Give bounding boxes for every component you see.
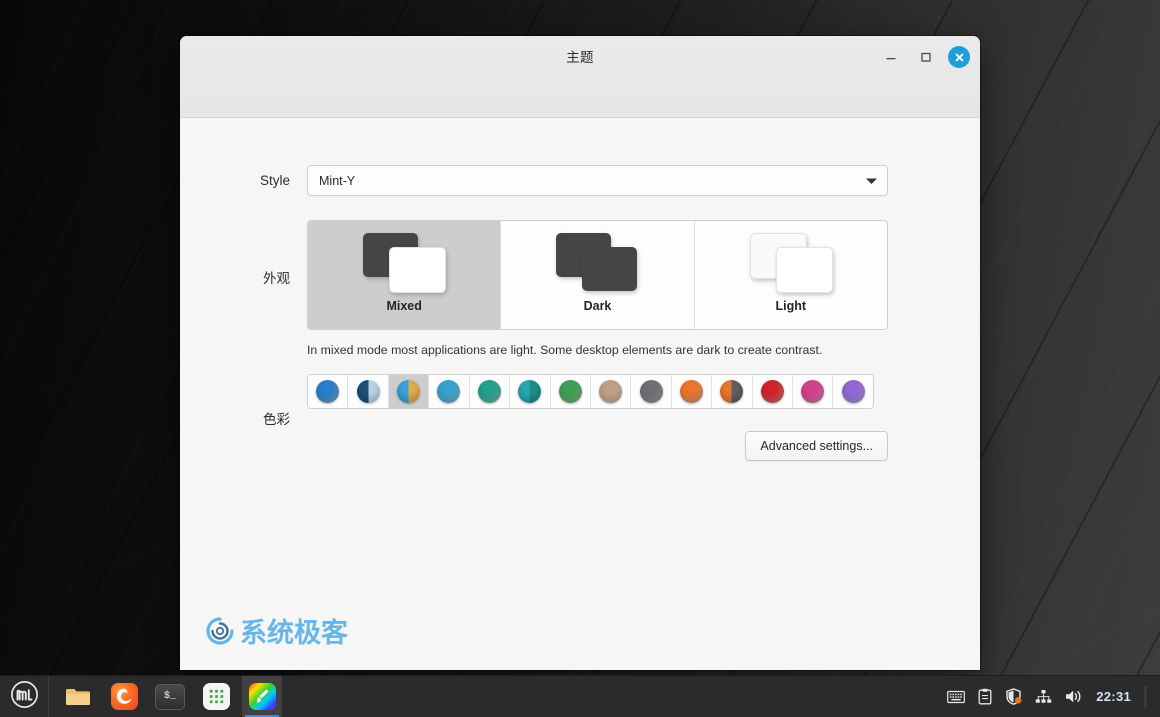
appearance-row: 外观 Mixed Dark Light In mixed mode most a… bbox=[180, 196, 980, 357]
color-dot-purple bbox=[841, 380, 865, 403]
firefox-icon bbox=[110, 683, 138, 710]
minimize-button[interactable] bbox=[878, 44, 904, 70]
taskbar-item-themes[interactable] bbox=[242, 675, 282, 717]
taskbar-edge-handle[interactable] bbox=[1144, 685, 1147, 708]
appearance-option-label: Mixed bbox=[386, 299, 422, 313]
color-swatch-group bbox=[307, 374, 874, 409]
volume-icon[interactable] bbox=[1065, 689, 1083, 704]
window-title: 主题 bbox=[566, 50, 594, 65]
window-controls bbox=[878, 44, 970, 70]
folder-icon bbox=[65, 686, 91, 707]
colors-field: Advanced settings... bbox=[307, 374, 980, 461]
advanced-row: Advanced settings... bbox=[307, 431, 888, 461]
color-dot-blue-amber-split bbox=[397, 380, 421, 403]
taskbar-launchers: $_ bbox=[49, 675, 282, 717]
style-label: Style bbox=[259, 173, 290, 188]
color-swatch-blue[interactable] bbox=[308, 375, 349, 408]
sysgeek-logo-icon bbox=[205, 616, 235, 651]
appearance-option-label: Dark bbox=[583, 299, 612, 313]
chevron-down-icon bbox=[865, 177, 878, 185]
color-swatch-grey[interactable] bbox=[631, 375, 672, 408]
color-dot-orange-grey-split bbox=[720, 380, 744, 403]
style-dropdown[interactable]: Mint-Y bbox=[307, 165, 888, 196]
close-button[interactable] bbox=[948, 46, 970, 68]
dark-preview-icon bbox=[542, 225, 652, 297]
window-titlebar[interactable]: 主题 bbox=[180, 36, 980, 118]
color-swatch-teal[interactable] bbox=[469, 375, 511, 408]
color-swatch-blue-grey-split[interactable] bbox=[348, 375, 389, 408]
settings-form: Style Mint-Y 外观 Mixed Dark Light In mixe… bbox=[180, 118, 980, 461]
color-dot-blue-grey-split bbox=[356, 380, 380, 403]
style-dropdown-value: Mint-Y bbox=[319, 173, 356, 188]
taskbar-item-files[interactable] bbox=[58, 676, 98, 717]
theme-brush-icon bbox=[248, 683, 276, 710]
appearance-option-dark[interactable]: Dark bbox=[501, 221, 695, 329]
style-row: Style Mint-Y bbox=[180, 165, 980, 196]
color-dot-orange bbox=[680, 380, 703, 403]
color-dot-blue bbox=[316, 380, 340, 403]
color-dot-grey bbox=[639, 380, 663, 403]
color-swatch-sky[interactable] bbox=[429, 375, 470, 408]
maximize-button[interactable] bbox=[913, 44, 939, 70]
color-swatch-sand[interactable] bbox=[590, 375, 632, 408]
appearance-mode-group: Mixed Dark Light bbox=[307, 220, 888, 330]
color-swatch-red[interactable] bbox=[752, 375, 794, 408]
window-body: Style Mint-Y 外观 Mixed Dark Light In mixe… bbox=[180, 118, 980, 670]
appearance-option-label: Light bbox=[775, 299, 807, 313]
color-swatch-orange-grey-split[interactable] bbox=[712, 375, 753, 408]
appearance-option-mixed[interactable]: Mixed bbox=[308, 221, 502, 329]
system-tray: 22:31 bbox=[947, 676, 1160, 717]
appearance-hint: In mixed mode most applications are ligh… bbox=[307, 343, 823, 357]
appearance-label: 外观 bbox=[263, 270, 290, 286]
watermark-text: 系统极客 bbox=[240, 618, 348, 649]
mixed-preview-icon bbox=[349, 225, 459, 297]
color-dot-green bbox=[558, 380, 582, 403]
color-dot-sky bbox=[437, 380, 461, 403]
style-field: Mint-Y bbox=[307, 165, 980, 196]
desktop: 主题 Style Mint-Y 外观 Mixed Dark Light In m… bbox=[0, 0, 1160, 717]
color-swatch-green[interactable] bbox=[550, 375, 591, 408]
color-dot-sand bbox=[599, 380, 623, 403]
keyboard-layout-icon[interactable] bbox=[947, 690, 966, 704]
mint-menu-icon bbox=[10, 680, 39, 714]
taskbar-item-terminal[interactable]: $_ bbox=[150, 676, 190, 717]
color-dot-pink bbox=[801, 380, 825, 403]
terminal-icon: $_ bbox=[155, 683, 185, 710]
appearance-option-light[interactable]: Light bbox=[694, 221, 887, 329]
taskbar: $_ 22:31 bbox=[0, 675, 1160, 717]
color-swatch-pink[interactable] bbox=[793, 375, 834, 408]
color-dot-teal bbox=[477, 380, 501, 403]
light-preview-icon bbox=[736, 225, 846, 297]
colors-label: 色彩 bbox=[263, 411, 290, 427]
update-shield-icon[interactable] bbox=[1005, 688, 1022, 705]
app-grid-icon bbox=[202, 683, 230, 710]
colors-row: 色彩 Advanced settings... bbox=[180, 374, 980, 461]
mint-menu-button[interactable] bbox=[0, 675, 49, 717]
clipboard-icon[interactable] bbox=[978, 688, 992, 705]
advanced-settings-button[interactable]: Advanced settings... bbox=[745, 431, 888, 461]
network-icon[interactable] bbox=[1035, 689, 1052, 704]
color-swatch-purple[interactable] bbox=[833, 375, 873, 408]
taskbar-item-firefox[interactable] bbox=[104, 676, 144, 717]
color-swatch-orange[interactable] bbox=[671, 375, 713, 408]
clock[interactable]: 22:31 bbox=[1096, 689, 1131, 704]
color-dot-red bbox=[760, 380, 784, 403]
theme-settings-window: 主题 Style Mint-Y 外观 Mixed Dark Light In m… bbox=[180, 36, 980, 670]
watermark: 系统极客 bbox=[205, 616, 348, 651]
color-swatch-blue-amber-split[interactable] bbox=[388, 375, 430, 408]
color-swatch-teal-split[interactable] bbox=[510, 375, 551, 408]
appearance-field: Mixed Dark Light In mixed mode most appl… bbox=[307, 196, 980, 357]
color-dot-teal-split bbox=[518, 380, 542, 403]
taskbar-item-applications[interactable] bbox=[196, 676, 236, 717]
